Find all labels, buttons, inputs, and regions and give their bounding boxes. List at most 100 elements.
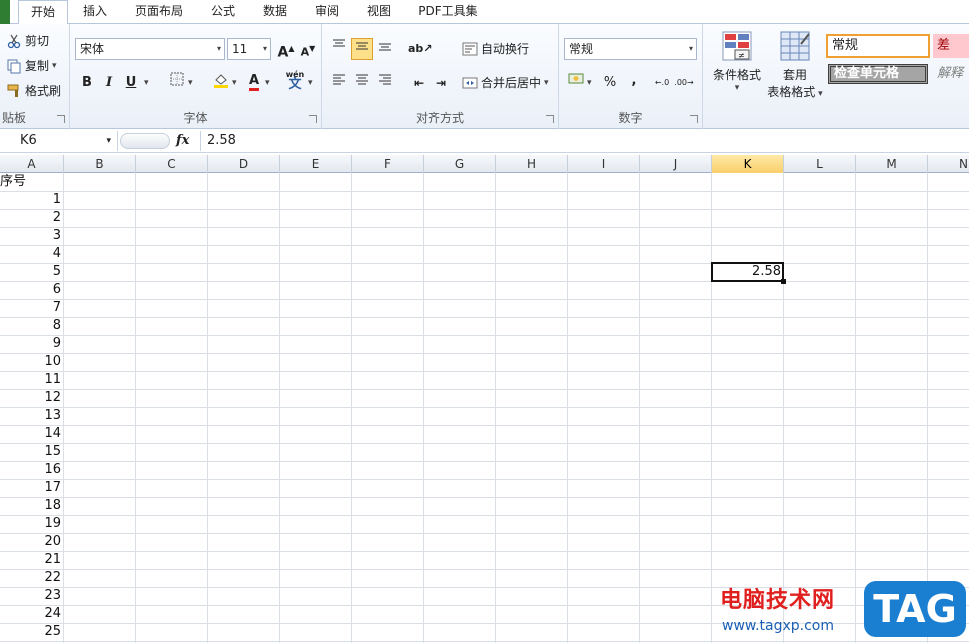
tab-insert[interactable]: 插入 bbox=[78, 0, 112, 24]
align-top-button[interactable] bbox=[328, 38, 350, 60]
merge-center-button[interactable]: 合并后居中 ▾ bbox=[462, 72, 549, 94]
alignment-launcher-icon[interactable] bbox=[546, 115, 554, 123]
cell-a24[interactable]: 23 bbox=[0, 587, 64, 605]
cell-a14[interactable]: 13 bbox=[0, 407, 64, 425]
cell-a25[interactable]: 24 bbox=[0, 605, 64, 623]
italic-button[interactable]: I bbox=[98, 72, 120, 94]
cell-a12[interactable]: 11 bbox=[0, 371, 64, 389]
name-box[interactable]: K6 ▾ bbox=[0, 131, 118, 151]
align-center-button[interactable] bbox=[351, 72, 373, 94]
column-header-a[interactable]: A bbox=[0, 155, 64, 173]
cell-style-check-cell[interactable]: 检查单元格 bbox=[828, 64, 928, 84]
worksheet-grid[interactable]: 序号 1 2 3 4 5 6 7 8 9 10 11 12 13 14 15 16 17 18 19 20 21 22 23 2… bbox=[0, 173, 969, 643]
cell-a21[interactable]: 20 bbox=[0, 533, 64, 551]
tab-view[interactable]: 视图 bbox=[360, 0, 398, 24]
comma-button[interactable]: , bbox=[623, 70, 645, 92]
column-header-m[interactable]: M bbox=[856, 155, 928, 173]
align-left-button[interactable] bbox=[328, 72, 350, 94]
number-format-select[interactable]: 常规 ▾ bbox=[564, 38, 697, 60]
decrease-decimal-button[interactable]: .00→ bbox=[673, 72, 695, 94]
chevron-down-icon[interactable]: ▾ bbox=[106, 131, 111, 151]
tab-page-layout[interactable]: 页面布局 bbox=[128, 0, 190, 24]
tab-data[interactable]: 数据 bbox=[256, 0, 294, 24]
cell-a20[interactable]: 19 bbox=[0, 515, 64, 533]
cell-a19[interactable]: 18 bbox=[0, 497, 64, 515]
font-size-select[interactable]: 11 ▾ bbox=[227, 38, 271, 60]
active-cell-selection[interactable] bbox=[711, 262, 784, 282]
tab-home[interactable]: 开始 bbox=[18, 0, 68, 25]
formula-bar-splitter[interactable] bbox=[120, 133, 170, 149]
increase-indent-button[interactable]: ⇥ bbox=[430, 72, 452, 94]
accounting-format-button[interactable] bbox=[565, 72, 587, 94]
chevron-down-icon[interactable]: ▾ bbox=[308, 78, 313, 88]
cell-a9[interactable]: 8 bbox=[0, 317, 64, 335]
cell-a15[interactable]: 14 bbox=[0, 425, 64, 443]
file-tab[interactable] bbox=[0, 0, 10, 24]
chevron-down-icon[interactable]: ▾ bbox=[144, 78, 149, 88]
decrease-indent-button[interactable]: ⇤ bbox=[408, 72, 430, 94]
increase-decimal-button[interactable]: ←.0 bbox=[651, 72, 673, 94]
cell-style-bad[interactable]: 差 bbox=[933, 34, 969, 58]
insert-function-icon[interactable]: fx bbox=[176, 131, 196, 151]
orientation-button[interactable]: ab↗ bbox=[408, 38, 433, 60]
format-painter-button[interactable]: 格式刷 bbox=[6, 80, 61, 102]
font-launcher-icon[interactable] bbox=[309, 115, 317, 123]
copy-button[interactable]: 复制 ▾ bbox=[6, 55, 57, 77]
cut-button[interactable]: 剪切 bbox=[6, 30, 49, 52]
shrink-font-button[interactable]: A▼ bbox=[297, 38, 319, 60]
column-header-j[interactable]: J bbox=[640, 155, 712, 173]
tab-pdf-tools[interactable]: PDF工具集 bbox=[412, 0, 484, 24]
underline-button[interactable]: U bbox=[120, 72, 142, 94]
cell-a8[interactable]: 7 bbox=[0, 299, 64, 317]
formula-input[interactable]: 2.58 bbox=[200, 131, 969, 151]
column-header-l[interactable]: L bbox=[784, 155, 856, 173]
align-right-button[interactable] bbox=[374, 72, 396, 94]
column-header-b[interactable]: B bbox=[64, 155, 136, 173]
column-header-d[interactable]: D bbox=[208, 155, 280, 173]
cell-style-explanatory[interactable]: 解释 bbox=[935, 64, 969, 84]
cell-a17[interactable]: 16 bbox=[0, 461, 64, 479]
clipboard-launcher-icon[interactable] bbox=[57, 115, 65, 123]
align-bottom-button[interactable] bbox=[374, 38, 396, 60]
fill-handle[interactable] bbox=[781, 279, 786, 284]
cell-a16[interactable]: 15 bbox=[0, 443, 64, 461]
cell-a22[interactable]: 21 bbox=[0, 551, 64, 569]
phonetic-button[interactable]: wén 文 bbox=[284, 70, 306, 92]
chevron-down-icon[interactable]: ▾ bbox=[188, 78, 193, 88]
cell-a13[interactable]: 12 bbox=[0, 389, 64, 407]
chevron-down-icon[interactable]: ▾ bbox=[52, 55, 57, 77]
border-button[interactable] bbox=[166, 72, 188, 94]
font-name-select[interactable]: 宋体 ▾ bbox=[75, 38, 225, 60]
align-middle-button[interactable] bbox=[351, 38, 373, 60]
column-header-i[interactable]: I bbox=[568, 155, 640, 173]
chevron-down-icon[interactable]: ▾ bbox=[587, 78, 592, 88]
cell-a10[interactable]: 9 bbox=[0, 335, 64, 353]
fill-color-button[interactable] bbox=[210, 72, 232, 94]
bold-button[interactable]: B bbox=[76, 72, 98, 94]
cell-a2[interactable]: 1 bbox=[0, 191, 64, 209]
cell-a3[interactable]: 2 bbox=[0, 209, 64, 227]
percent-button[interactable]: % bbox=[599, 72, 621, 94]
column-header-f[interactable]: F bbox=[352, 155, 424, 173]
column-header-h[interactable]: H bbox=[496, 155, 568, 173]
grow-font-button[interactable]: A▲ bbox=[275, 38, 297, 61]
cell-a11[interactable]: 10 bbox=[0, 353, 64, 371]
tab-formulas[interactable]: 公式 bbox=[204, 0, 242, 24]
column-header-g[interactable]: G bbox=[424, 155, 496, 173]
chevron-down-icon[interactable]: ▾ bbox=[232, 78, 237, 88]
column-header-k[interactable]: K bbox=[712, 155, 784, 173]
column-header-e[interactable]: E bbox=[280, 155, 352, 173]
font-color-button[interactable]: A bbox=[243, 70, 265, 92]
column-header-c[interactable]: C bbox=[136, 155, 208, 173]
cell-a26[interactable]: 25 bbox=[0, 623, 64, 641]
cell-a6[interactable]: 5 bbox=[0, 263, 64, 281]
cell-a23[interactable]: 22 bbox=[0, 569, 64, 587]
cell-style-normal[interactable]: 常规 bbox=[826, 34, 930, 58]
cell-a4[interactable]: 3 bbox=[0, 227, 64, 245]
conditional-format-button[interactable]: ≠ 条件格式 ▾ bbox=[708, 30, 766, 93]
wrap-text-button[interactable]: 自动换行 bbox=[462, 38, 529, 60]
cell-a7[interactable]: 6 bbox=[0, 281, 64, 299]
cell-a1[interactable]: 序号 bbox=[0, 173, 64, 191]
chevron-down-icon[interactable]: ▾ bbox=[265, 78, 270, 88]
cell-a18[interactable]: 17 bbox=[0, 479, 64, 497]
